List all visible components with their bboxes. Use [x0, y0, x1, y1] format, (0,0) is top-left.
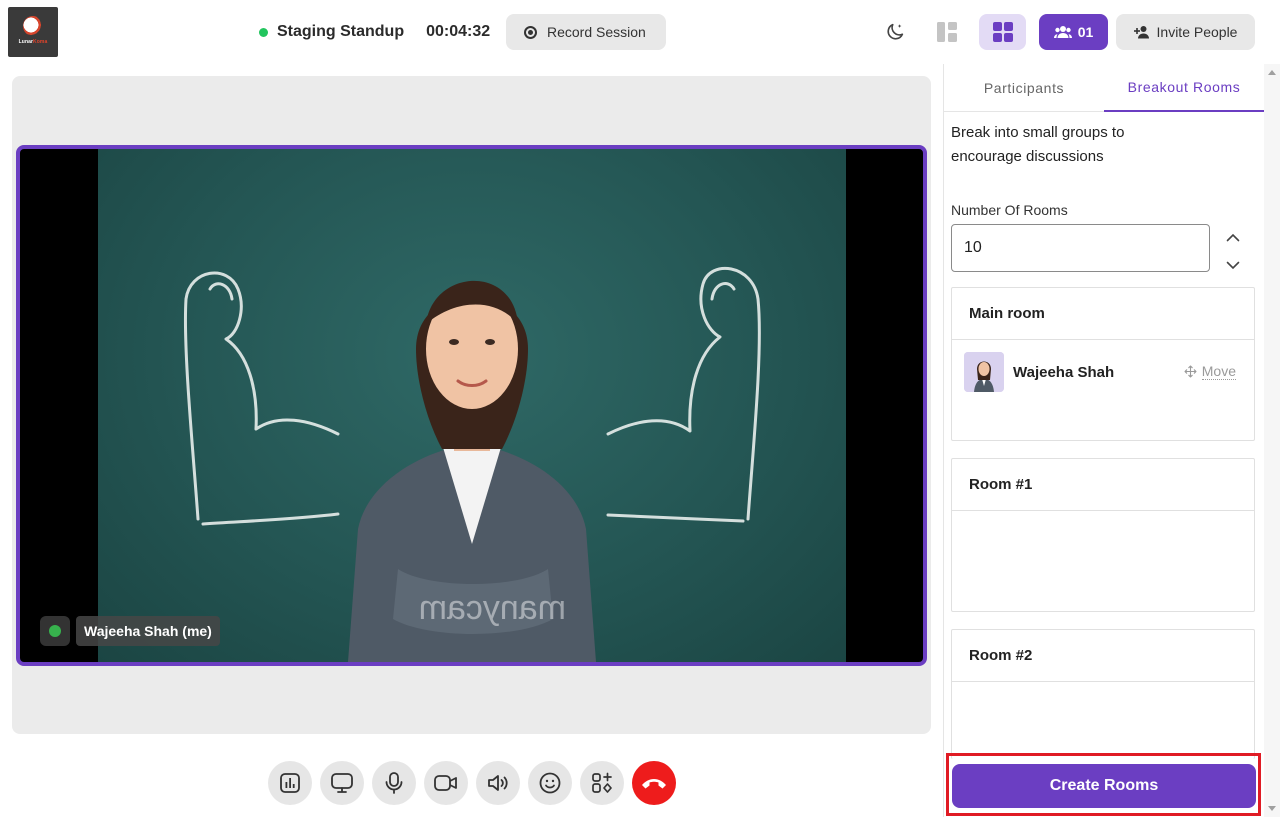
room-title: Main room [952, 288, 1254, 340]
decrement-button[interactable] [1225, 257, 1241, 273]
tab-breakout-rooms[interactable]: Breakout Rooms [1104, 64, 1264, 112]
room-card-1: Room #1 [951, 458, 1255, 612]
create-rooms-button[interactable]: Create Rooms [952, 764, 1256, 808]
record-icon [524, 25, 537, 39]
dark-mode-toggle[interactable] [878, 14, 912, 50]
polls-icon [280, 773, 300, 793]
panel-scrollbar[interactable] [1264, 64, 1280, 817]
microphone-button[interactable] [372, 761, 416, 805]
participant-count: 01 [1077, 24, 1094, 40]
app-logo[interactable]: LunarKoma [8, 7, 58, 57]
microphone-icon [385, 772, 403, 794]
meeting-timer: 00:04:32 [426, 23, 491, 40]
panel-tabs: Participants Breakout Rooms [944, 64, 1264, 112]
move-member-button[interactable]: Move [1184, 363, 1236, 380]
meeting-title: Staging Standup [277, 23, 405, 40]
participant-name-tag: Wajeeha Shah (me) [40, 616, 220, 646]
dark-mode-moon-icon [887, 23, 904, 40]
polls-button[interactable] [268, 761, 312, 805]
move-arrows-icon [1184, 365, 1197, 378]
participant-video-tile[interactable]: manycam Wajeeha Shah (me) [16, 145, 927, 666]
number-of-rooms-label: Number Of Rooms [951, 202, 1068, 218]
record-session-button[interactable]: Record Session [506, 14, 666, 50]
screen-share-icon [331, 773, 353, 793]
room-title: Room #2 [952, 630, 1254, 682]
participants-button[interactable]: 01 [1039, 14, 1108, 50]
room-title: Room #1 [952, 459, 1254, 511]
top-bar: LunarKoma Staging Standup 00:04:32 Recor… [0, 0, 1280, 64]
room-card-2: Room #2 [951, 629, 1255, 759]
avatar [964, 352, 1004, 392]
apps-icon [592, 772, 612, 793]
emoji-reactions-button[interactable] [528, 761, 572, 805]
camera-icon [434, 775, 457, 791]
breakout-description: Break into small groups to encourage dis… [951, 124, 1125, 165]
screen-share-button[interactable] [320, 761, 364, 805]
invite-people-label: Invite People [1156, 24, 1238, 40]
network-signal-icon [40, 616, 70, 646]
tab-participants[interactable]: Participants [944, 64, 1104, 112]
end-call-button[interactable] [632, 761, 676, 805]
svg-text:manycam: manycam [419, 589, 566, 627]
room-member: Wajeeha Shah Move [964, 352, 1244, 392]
video-frame-illustration: manycam [183, 267, 761, 662]
call-controls [268, 761, 676, 805]
emoji-icon [539, 772, 561, 794]
end-call-icon [642, 779, 666, 789]
rooms-stepper [1225, 229, 1241, 273]
add-person-icon [1133, 26, 1149, 39]
moon-logo-icon [23, 16, 43, 36]
participant-video-feed: manycam [98, 149, 846, 662]
scroll-up-arrow-icon[interactable] [1268, 70, 1276, 75]
invite-people-button[interactable]: Invite People [1116, 14, 1255, 50]
room-card-main: Main room Wajeeha Shah Move [951, 287, 1255, 441]
member-name: Wajeeha Shah [1013, 363, 1115, 381]
create-rooms-highlight: Create Rooms [946, 753, 1261, 816]
scroll-down-arrow-icon[interactable] [1268, 806, 1276, 811]
number-of-rooms-input[interactable] [951, 224, 1210, 272]
layout-grid-icon [992, 22, 1013, 42]
record-session-label: Record Session [547, 24, 646, 40]
apps-button[interactable] [580, 761, 624, 805]
speaker-icon [488, 775, 508, 791]
move-label: Move [1201, 363, 1236, 380]
increment-button[interactable] [1225, 229, 1241, 245]
layout-sidebar-icon [937, 22, 957, 42]
camera-button[interactable] [424, 761, 468, 805]
logo-wordmark: LunarKoma [18, 39, 48, 45]
participants-icon [1053, 26, 1072, 38]
grid-layout-button[interactable] [979, 14, 1026, 50]
chevron-up-icon [1226, 233, 1240, 241]
live-status-dot [259, 27, 268, 37]
chevron-down-icon [1226, 261, 1240, 269]
meeting-info: Staging Standup 00:04:32 [259, 14, 490, 50]
sidebar-layout-button[interactable] [928, 14, 966, 50]
participant-name-label: Wajeeha Shah (me) [76, 616, 220, 646]
speaker-button[interactable] [476, 761, 520, 805]
